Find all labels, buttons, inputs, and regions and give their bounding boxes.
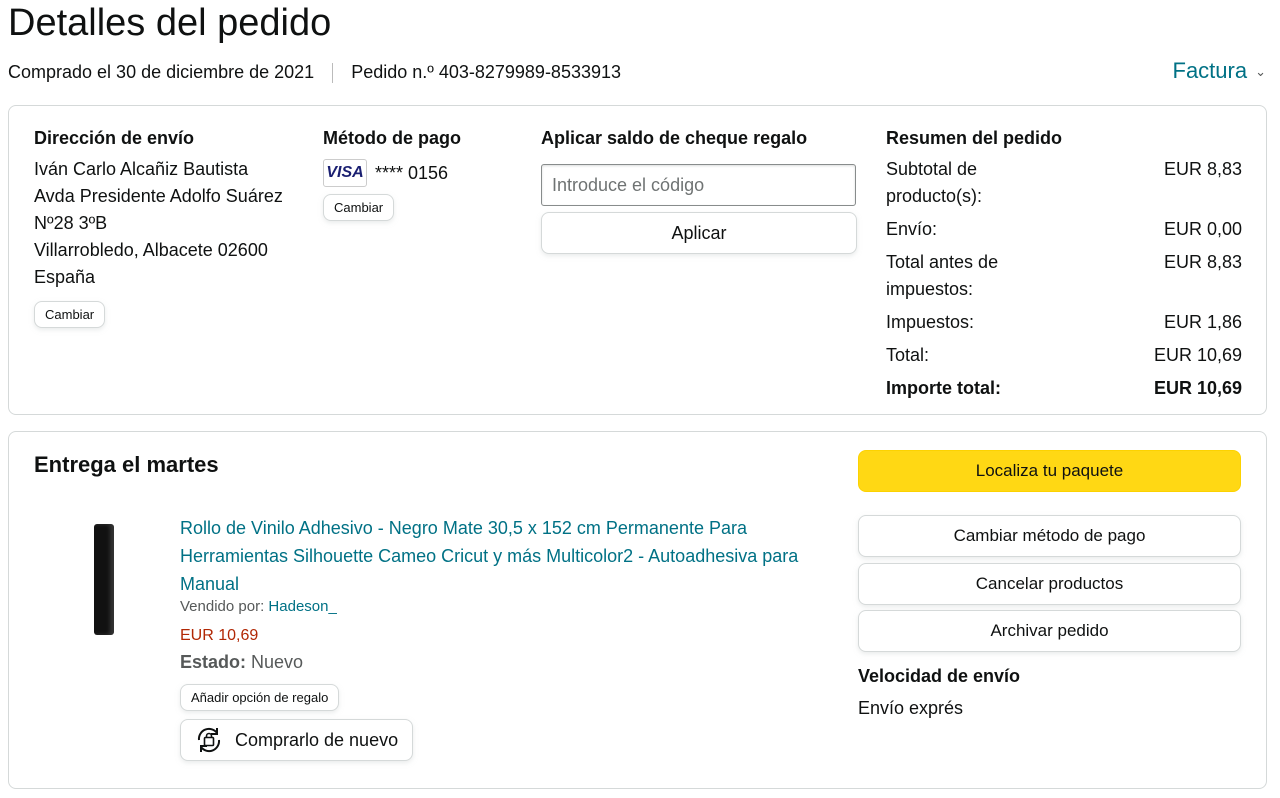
change-payment-button[interactable]: Cambiar: [323, 194, 395, 221]
summary-row: Total: EUR 10,69: [886, 342, 1242, 369]
page-title: Detalles del pedido: [8, 2, 332, 44]
order-meta: Comprado el 30 de diciembre de 2021 Pedi…: [8, 62, 621, 83]
buy-again-icon: [197, 727, 221, 753]
meta-divider: [332, 62, 334, 83]
address-line: España: [34, 267, 96, 287]
shipping-heading: Dirección de envío: [34, 128, 195, 148]
purchase-date: Comprado el 30 de diciembre de 2021: [8, 62, 315, 82]
summary-value: EUR 1,86: [1163, 312, 1242, 332]
summary-label: Impuestos:: [886, 312, 975, 332]
payment-method: VISA **** 0156: [323, 159, 448, 187]
buy-again-label: Comprarlo de nuevo: [235, 729, 399, 750]
sold-by-label: Vendido por:: [180, 598, 265, 615]
order-summary: Subtotal de producto(s): EUR 8,83 Envío:…: [886, 156, 1242, 408]
shipping-speed-value: Envío exprés: [858, 698, 964, 718]
summary-label: Subtotal de producto(s):: [886, 159, 983, 206]
seller-link[interactable]: Hadeson_: [268, 598, 336, 615]
visa-card-icon: VISA: [323, 159, 367, 187]
summary-row: Total antes de impuestos: EUR 8,83: [886, 249, 1242, 303]
address-line: Villarrobledo, Albacete 02600: [34, 240, 268, 260]
address-line: Avda Presidente Adolfo Suárez: [34, 186, 283, 206]
grand-total-value: EUR 10,69: [1153, 378, 1242, 398]
gift-card-heading: Aplicar saldo de cheque regalo: [541, 128, 808, 148]
state-value: Nuevo: [251, 652, 304, 672]
grand-total-row: Importe total: EUR 10,69: [886, 375, 1242, 402]
delivery-card: Entrega el martes Rollo de Vinilo Adhesi…: [8, 431, 1267, 789]
change-payment-method-button[interactable]: Cambiar método de pago: [858, 515, 1241, 557]
sold-by: Vendido por: Hadeson_: [180, 598, 337, 615]
product-price: EUR 10,69: [180, 627, 259, 644]
summary-value: EUR 8,83: [1163, 252, 1242, 272]
product-state: Estado: Nuevo: [180, 652, 303, 673]
summary-row: Envío: EUR 0,00: [886, 216, 1242, 243]
product-title-link[interactable]: Rollo de Vinilo Adhesivo - Negro Mate 30…: [180, 514, 830, 598]
product-image[interactable]: [94, 524, 114, 635]
address-line: Iván Carlo Alcañiz Bautista: [34, 159, 249, 179]
invoice-dropdown[interactable]: Factura ⌄: [1173, 58, 1267, 84]
order-info-card: Dirección de envío Iván Carlo Alcañiz Ba…: [8, 105, 1267, 415]
archive-order-button[interactable]: Archivar pedido: [858, 610, 1241, 652]
buy-again-button[interactable]: Comprarlo de nuevo: [180, 719, 414, 761]
summary-label: Total antes de impuestos:: [886, 252, 999, 299]
invoice-label: Factura: [1172, 58, 1248, 83]
card-number: **** 0156: [375, 162, 449, 183]
address-line: Nº28 3ºB: [34, 213, 108, 233]
order-number: Pedido n.º 403-8279989-8533913: [351, 62, 622, 82]
grand-total-label: Importe total:: [886, 378, 1001, 398]
summary-row: Impuestos: EUR 1,86: [886, 309, 1242, 336]
summary-row: Subtotal de producto(s): EUR 8,83: [886, 156, 1242, 210]
add-gift-option-button[interactable]: Añadir opción de regalo: [180, 684, 340, 711]
summary-label: Envío:: [886, 219, 938, 239]
summary-value: EUR 10,69: [1153, 345, 1242, 365]
summary-value: EUR 0,00: [1163, 219, 1242, 239]
shipping-address: Iván Carlo Alcañiz Bautista Avda Preside…: [34, 156, 283, 291]
summary-label: Total:: [886, 345, 930, 365]
shipping-speed-heading: Velocidad de envío: [858, 666, 1021, 686]
summary-value: EUR 8,83: [1163, 159, 1242, 179]
apply-gift-button[interactable]: Aplicar: [541, 212, 857, 254]
track-package-button[interactable]: Localiza tu paquete: [858, 450, 1241, 492]
state-label: Estado:: [180, 652, 247, 672]
delivery-heading: Entrega el martes: [34, 452, 219, 477]
cancel-items-button[interactable]: Cancelar productos: [858, 563, 1241, 605]
summary-heading: Resumen del pedido: [886, 128, 1063, 148]
gift-code-input[interactable]: [541, 164, 856, 206]
payment-heading: Método de pago: [323, 128, 461, 148]
chevron-down-icon: ⌄: [1255, 64, 1266, 79]
change-address-button[interactable]: Cambiar: [34, 301, 106, 328]
